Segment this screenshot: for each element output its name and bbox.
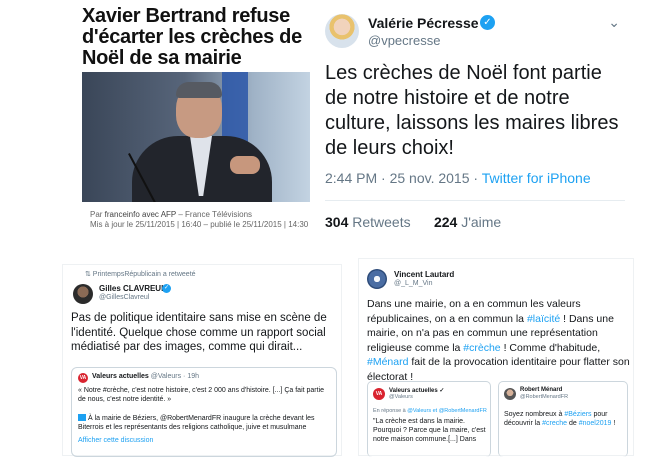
embedded-author-handle: @RobertMenardFR [520, 394, 569, 400]
hashtag-laicite[interactable]: #laïcité [527, 313, 560, 325]
photo-speaker-hair [176, 82, 222, 98]
retweets-label: Retweets [348, 214, 411, 230]
embedded-tweet-text: "La crèche est dans la mairie. Pourquoi … [373, 418, 486, 443]
retweets-count: 304 [325, 214, 349, 230]
quoted-author-handle: @Valeurs · 19h [148, 373, 199, 380]
tweet-text: Dans une mairie, on a en commun les vale… [367, 297, 633, 384]
chevron-down-icon[interactable]: ⌄ [608, 14, 620, 31]
avatar[interactable] [367, 269, 387, 289]
reply-handles[interactable]: @Valeurs et @RobertMenardFR [407, 408, 487, 414]
photo-speaker-hand [230, 156, 260, 174]
tweet-author-handle[interactable]: @vpecresse [368, 33, 440, 48]
text-p3: de [567, 420, 579, 427]
quoted-tweet-header: Valeurs actuelles @Valeurs · 19h [92, 373, 199, 380]
embedded-tweet-menard[interactable]: Robert Ménard @RobertMenardFR Soyez nomb… [498, 381, 628, 457]
avatar [504, 388, 516, 400]
embedded-author-name: Valeurs actuelles ✓ [389, 388, 445, 394]
avatar[interactable] [73, 284, 93, 304]
tweet-author-name[interactable]: Valérie Pécresse [368, 15, 479, 31]
tweet-time[interactable]: 2:44 PM · 25 nov. 2015 · [325, 170, 482, 186]
article-photo [82, 72, 310, 202]
reply-prefix: En réponse à [373, 408, 408, 414]
play-icon [78, 414, 86, 421]
tweet-author-handle[interactable]: @_L_M_Vin [394, 280, 433, 287]
hashtag-beziers[interactable]: #Béziers [564, 411, 591, 418]
likes-stat[interactable]: 224 J'aime [434, 214, 501, 230]
quoted-author-name: Valeurs actuelles [92, 373, 149, 380]
embedded-tweet-text: Soyez nombreux à #Béziers pour découvrir… [504, 410, 626, 428]
article-credit: Par franceinfo avec AFP – France Télévis… [90, 210, 308, 230]
likes-label: J'aime [457, 214, 502, 230]
article-credit-line1: Par franceinfo avec AFP – France Télévis… [90, 210, 308, 220]
show-thread-link[interactable]: Afficher cette discussion [78, 437, 153, 444]
article-headline[interactable]: Xavier Bertrand refuse d'écarter les crè… [82, 6, 312, 69]
tweet-stats: 304 Retweets 224 J'aime [325, 214, 501, 230]
text-part-3: ! Comme d'habitude, [500, 341, 601, 354]
hashtag-creche[interactable]: #crèche [463, 342, 500, 354]
avatar[interactable] [325, 14, 359, 48]
tweet-timestamp: 2:44 PM · 25 nov. 2015 · Twitter for iPh… [325, 170, 591, 186]
valeurs-actuelles-logo: VA [373, 388, 385, 400]
text-p4: ! [611, 420, 616, 427]
quoted-tweet[interactable]: VA Valeurs actuelles @Valeurs · 19h « No… [71, 367, 337, 457]
quoted-tweet-text: « Notre #crèche, c'est notre histoire, c… [78, 387, 325, 403]
tweet-author-name[interactable]: Gilles CLAVREUL [99, 284, 166, 293]
quoted-tweet-text-2-body: À la mairie de Béziers, @RobertMenardFR … [78, 415, 315, 431]
verified-badge-icon: ✓ [480, 15, 495, 30]
hashtag-noel2019[interactable]: #noel2019 [579, 420, 612, 427]
tweet-text: Les crèches de Noël font partie de notre… [325, 62, 619, 159]
tweet-client-link[interactable]: Twitter for iPhone [482, 170, 591, 186]
divider [325, 200, 625, 201]
text-p1: Soyez nombreux à [504, 411, 565, 418]
tweet-text: Pas de politique identitaire sans mise e… [71, 312, 327, 353]
likes-count: 224 [433, 214, 458, 230]
credit-suffix: – France Télévisions [176, 210, 253, 219]
tweet-author-name[interactable]: Vincent Lautard [394, 270, 454, 279]
hashtag-menard[interactable]: #Ménard [367, 356, 408, 368]
embedded-author-handle: @Valeurs [389, 394, 413, 400]
credit-prefix: Par [90, 210, 105, 219]
tweet-vincent-lautard[interactable]: Vincent Lautard @_L_M_Vin Dans une mairi… [358, 258, 634, 457]
credit-source: franceinfo avec AFP [104, 210, 177, 219]
tweet-gilles-clavreul[interactable]: ⇅ PrintempsRépublicain a retweeté Gilles… [62, 264, 342, 457]
reply-to-line: En réponse à @Valeurs et @RobertMenardFR [373, 408, 487, 414]
embedded-author-name: Robert Ménard [520, 387, 563, 393]
tweet-author-handle[interactable]: @GillesClavreul [99, 294, 149, 301]
embedded-tweet-valeurs[interactable]: VA Valeurs actuelles ✓ @Valeurs En répon… [367, 381, 491, 457]
news-article-card[interactable]: Xavier Bertrand refuse d'écarter les crè… [82, 6, 312, 234]
article-credit-dates: Mis à jour le 25/11/2015 | 16:40 – publi… [90, 220, 309, 229]
hashtag-creche-2[interactable]: #creche [542, 420, 567, 427]
retweets-stat[interactable]: 304 Retweets [325, 214, 411, 230]
quoted-tweet-text-2: À la mairie de Béziers, @RobertMenardFR … [78, 414, 332, 432]
valeurs-actuelles-logo: VA [78, 373, 88, 383]
verified-badge-icon: ✓ [162, 284, 171, 293]
retweet-note: ⇅ PrintempsRépublicain a retweeté [85, 271, 196, 278]
tweet-pecresse[interactable]: Valérie Pécresse ✓ @vpecresse ⌄ Les crèc… [322, 6, 628, 236]
